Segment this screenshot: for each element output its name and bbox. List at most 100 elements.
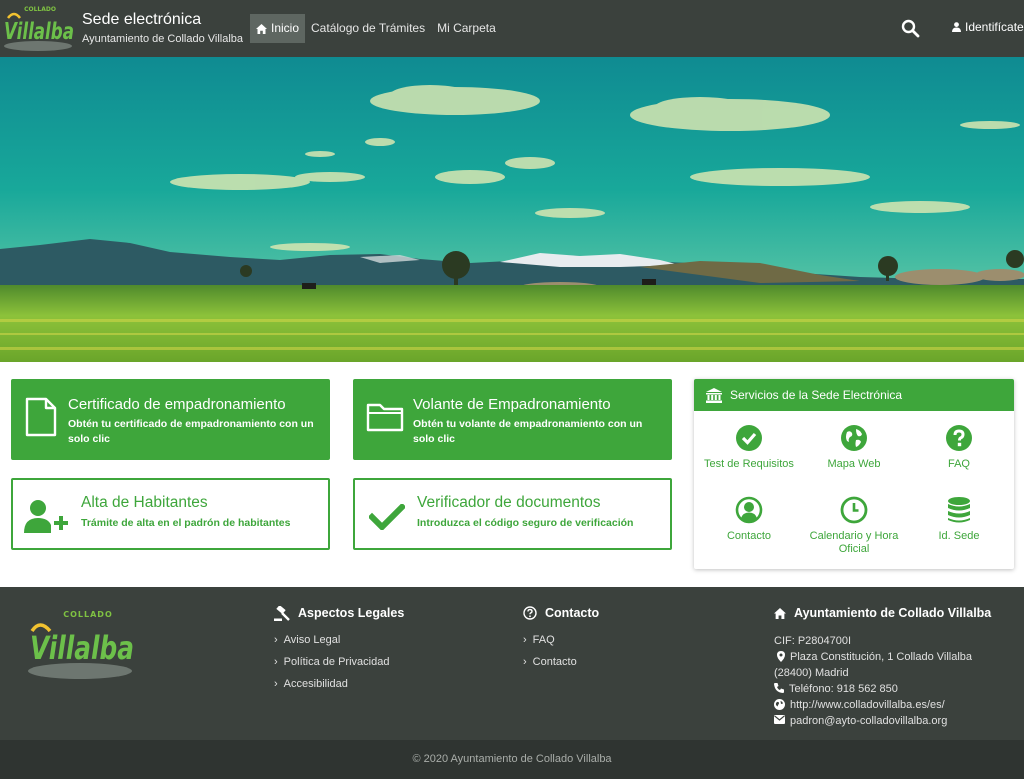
service-label: Mapa Web bbox=[827, 458, 881, 470]
services-header: Servicios de la Sede Electrónica bbox=[694, 379, 1014, 411]
footer-contact-title: Contacto bbox=[545, 606, 600, 620]
top-navbar: COLLADO Villalba Sede electrónica Ayunta… bbox=[0, 0, 1024, 57]
phone-text: Teléfono: 918 562 850 bbox=[789, 683, 898, 695]
home-icon bbox=[256, 23, 267, 34]
phone-icon bbox=[774, 683, 784, 693]
address-line1: Plaza Constitución, 1 Collado Villalba bbox=[790, 651, 973, 663]
svg-text:COLLADO: COLLADO bbox=[24, 6, 56, 13]
footer-contact: Contacto › FAQ › Contacto bbox=[523, 605, 599, 669]
card-title: Certificado de empadronamiento bbox=[68, 396, 286, 413]
footer-contact-heading: Contacto bbox=[523, 605, 599, 621]
user-plus-icon bbox=[24, 500, 68, 533]
card-alta-habitantes[interactable]: Alta de Habitantes Trámite de alta en el… bbox=[11, 478, 330, 550]
clock-icon bbox=[840, 496, 868, 524]
nav-catalogo[interactable]: Catálogo de Trámites bbox=[305, 14, 431, 43]
footer-link-label: Aviso Legal bbox=[283, 634, 341, 646]
home-icon bbox=[774, 607, 786, 619]
chevron-right-icon: › bbox=[274, 678, 278, 690]
nav-mi-carpeta[interactable]: Mi Carpeta bbox=[431, 14, 502, 43]
envelope-icon bbox=[774, 715, 785, 724]
footer-cif: CIF: P2804700I bbox=[774, 633, 1014, 649]
card-description: Obtén tu certificado de empadronamiento … bbox=[68, 418, 314, 445]
footer-address-2: (28400) Madrid bbox=[774, 665, 1014, 681]
service-faq[interactable]: FAQ bbox=[909, 424, 1009, 471]
user-icon bbox=[952, 22, 961, 32]
footer-link-faq[interactable]: › FAQ bbox=[523, 633, 599, 647]
footer-ayto-info: CIF: P2804700I Plaza Constitución, 1 Col… bbox=[774, 633, 1014, 729]
footer-link-label: Accesibilidad bbox=[283, 678, 348, 690]
brand[interactable]: Sede electrónica Ayuntamiento de Collado… bbox=[82, 11, 243, 46]
card-description: Introduzca el código seguro de verificac… bbox=[417, 517, 634, 529]
check-circle-icon bbox=[736, 425, 762, 451]
footer-logo[interactable]: COLLADO Villalba bbox=[26, 605, 136, 681]
service-mapa-web[interactable]: Mapa Web bbox=[804, 424, 904, 471]
service-test-requisitos[interactable]: Test de Requisitos bbox=[699, 424, 799, 471]
nav-inicio-label: Inicio bbox=[271, 21, 300, 35]
footer-link-aviso-legal[interactable]: › Aviso Legal bbox=[274, 633, 404, 647]
service-label: Calendario y Hora Oficial bbox=[809, 530, 899, 555]
site-logo[interactable]: COLLADO Villalba bbox=[2, 2, 76, 54]
card-description: Trámite de alta en el padrón de habitant… bbox=[81, 517, 291, 529]
footer-phone: Teléfono: 918 562 850 bbox=[774, 681, 1014, 697]
card-title: Alta de Habitantes bbox=[81, 494, 208, 511]
footer-link-label: FAQ bbox=[532, 634, 555, 646]
footer-email[interactable]: padron@ayto-colladovillalba.org bbox=[774, 713, 1014, 729]
login-label: Identifícate bbox=[965, 20, 1024, 34]
copyright-bar: © 2020 Ayuntamiento de Collado Villalba bbox=[0, 740, 1024, 779]
card-certificado-empadronamiento[interactable]: Certificado de empadronamiento Obtén tu … bbox=[11, 379, 330, 460]
service-label: FAQ bbox=[947, 458, 970, 470]
cif-text: CIF: P2804700I bbox=[774, 635, 852, 647]
footer-ayto-title: Ayuntamiento de Collado Villalba bbox=[794, 606, 992, 620]
footer-ayto-heading: Ayuntamiento de Collado Villalba bbox=[774, 605, 1014, 621]
service-label: Id. Sede bbox=[938, 530, 980, 542]
service-calendario[interactable]: Calendario y Hora Oficial bbox=[804, 496, 904, 556]
card-title: Verificador de documentos bbox=[417, 494, 601, 511]
footer-web[interactable]: http://www.colladovillalba.es/es/ bbox=[774, 697, 1014, 713]
check-icon bbox=[369, 504, 405, 530]
user-circle-icon bbox=[735, 496, 763, 524]
footer-link-accesibilidad[interactable]: › Accesibilidad bbox=[274, 677, 404, 691]
nav-inicio[interactable]: Inicio bbox=[250, 14, 306, 43]
question-circle-icon bbox=[523, 606, 537, 620]
services-title: Servicios de la Sede Electrónica bbox=[730, 388, 903, 402]
svg-text:Villalba: Villalba bbox=[30, 629, 134, 667]
card-verificador-documentos[interactable]: Verificador de documentos Introduzca el … bbox=[353, 478, 672, 550]
hero-banner bbox=[0, 57, 1024, 362]
footer-link-label: Contacto bbox=[532, 656, 577, 668]
footer-link-contacto[interactable]: › Contacto bbox=[523, 655, 599, 669]
web-link[interactable]: http://www.colladovillalba.es/es/ bbox=[790, 697, 945, 713]
footer-legal-heading: Aspectos Legales bbox=[274, 605, 404, 621]
card-volante-empadronamiento[interactable]: Volante de Empadronamiento Obtén tu vola… bbox=[353, 379, 672, 460]
globe-icon bbox=[774, 699, 785, 710]
brand-subtitle: Ayuntamiento de Collado Villalba bbox=[82, 33, 244, 45]
address-line2: (28400) Madrid bbox=[774, 667, 849, 679]
nav-mi-carpeta-label: Mi Carpeta bbox=[437, 21, 496, 35]
service-id-sede[interactable]: Id. Sede bbox=[909, 496, 1009, 543]
chevron-right-icon: › bbox=[274, 634, 278, 646]
folder-icon bbox=[366, 403, 404, 432]
database-icon bbox=[948, 497, 970, 523]
copyright-text: © 2020 Ayuntamiento de Collado Villalba bbox=[412, 753, 612, 765]
service-contacto[interactable]: Contacto bbox=[699, 496, 799, 543]
question-circle-icon bbox=[946, 425, 972, 451]
service-label: Contacto bbox=[726, 530, 772, 542]
footer-link-label: Política de Privacidad bbox=[283, 656, 390, 668]
search-icon[interactable] bbox=[901, 19, 920, 38]
svg-text:COLLADO: COLLADO bbox=[63, 610, 113, 619]
footer-link-privacidad[interactable]: › Política de Privacidad bbox=[274, 655, 404, 669]
map-marker-icon bbox=[777, 651, 785, 662]
institution-icon bbox=[706, 387, 722, 403]
login-link[interactable]: Identifícate bbox=[952, 20, 1024, 34]
file-icon bbox=[25, 397, 57, 437]
hero-landscape-image bbox=[0, 57, 1024, 362]
footer-ayuntamiento: Ayuntamiento de Collado Villalba CIF: P2… bbox=[774, 605, 1014, 729]
service-label: Test de Requisitos bbox=[704, 458, 794, 470]
services-panel: Servicios de la Sede Electrónica Test de… bbox=[694, 379, 1014, 569]
globe-icon bbox=[841, 425, 867, 451]
footer: COLLADO Villalba Aspectos Legales › Avis… bbox=[0, 587, 1024, 740]
main-nav: Inicio Catálogo de Trámites Mi Carpeta bbox=[250, 14, 502, 43]
chevron-right-icon: › bbox=[523, 656, 527, 668]
brand-title: Sede electrónica bbox=[82, 11, 202, 28]
email-link[interactable]: padron@ayto-colladovillalba.org bbox=[790, 713, 947, 729]
card-description: Obtén tu volante de empadronamiento con … bbox=[413, 418, 643, 445]
